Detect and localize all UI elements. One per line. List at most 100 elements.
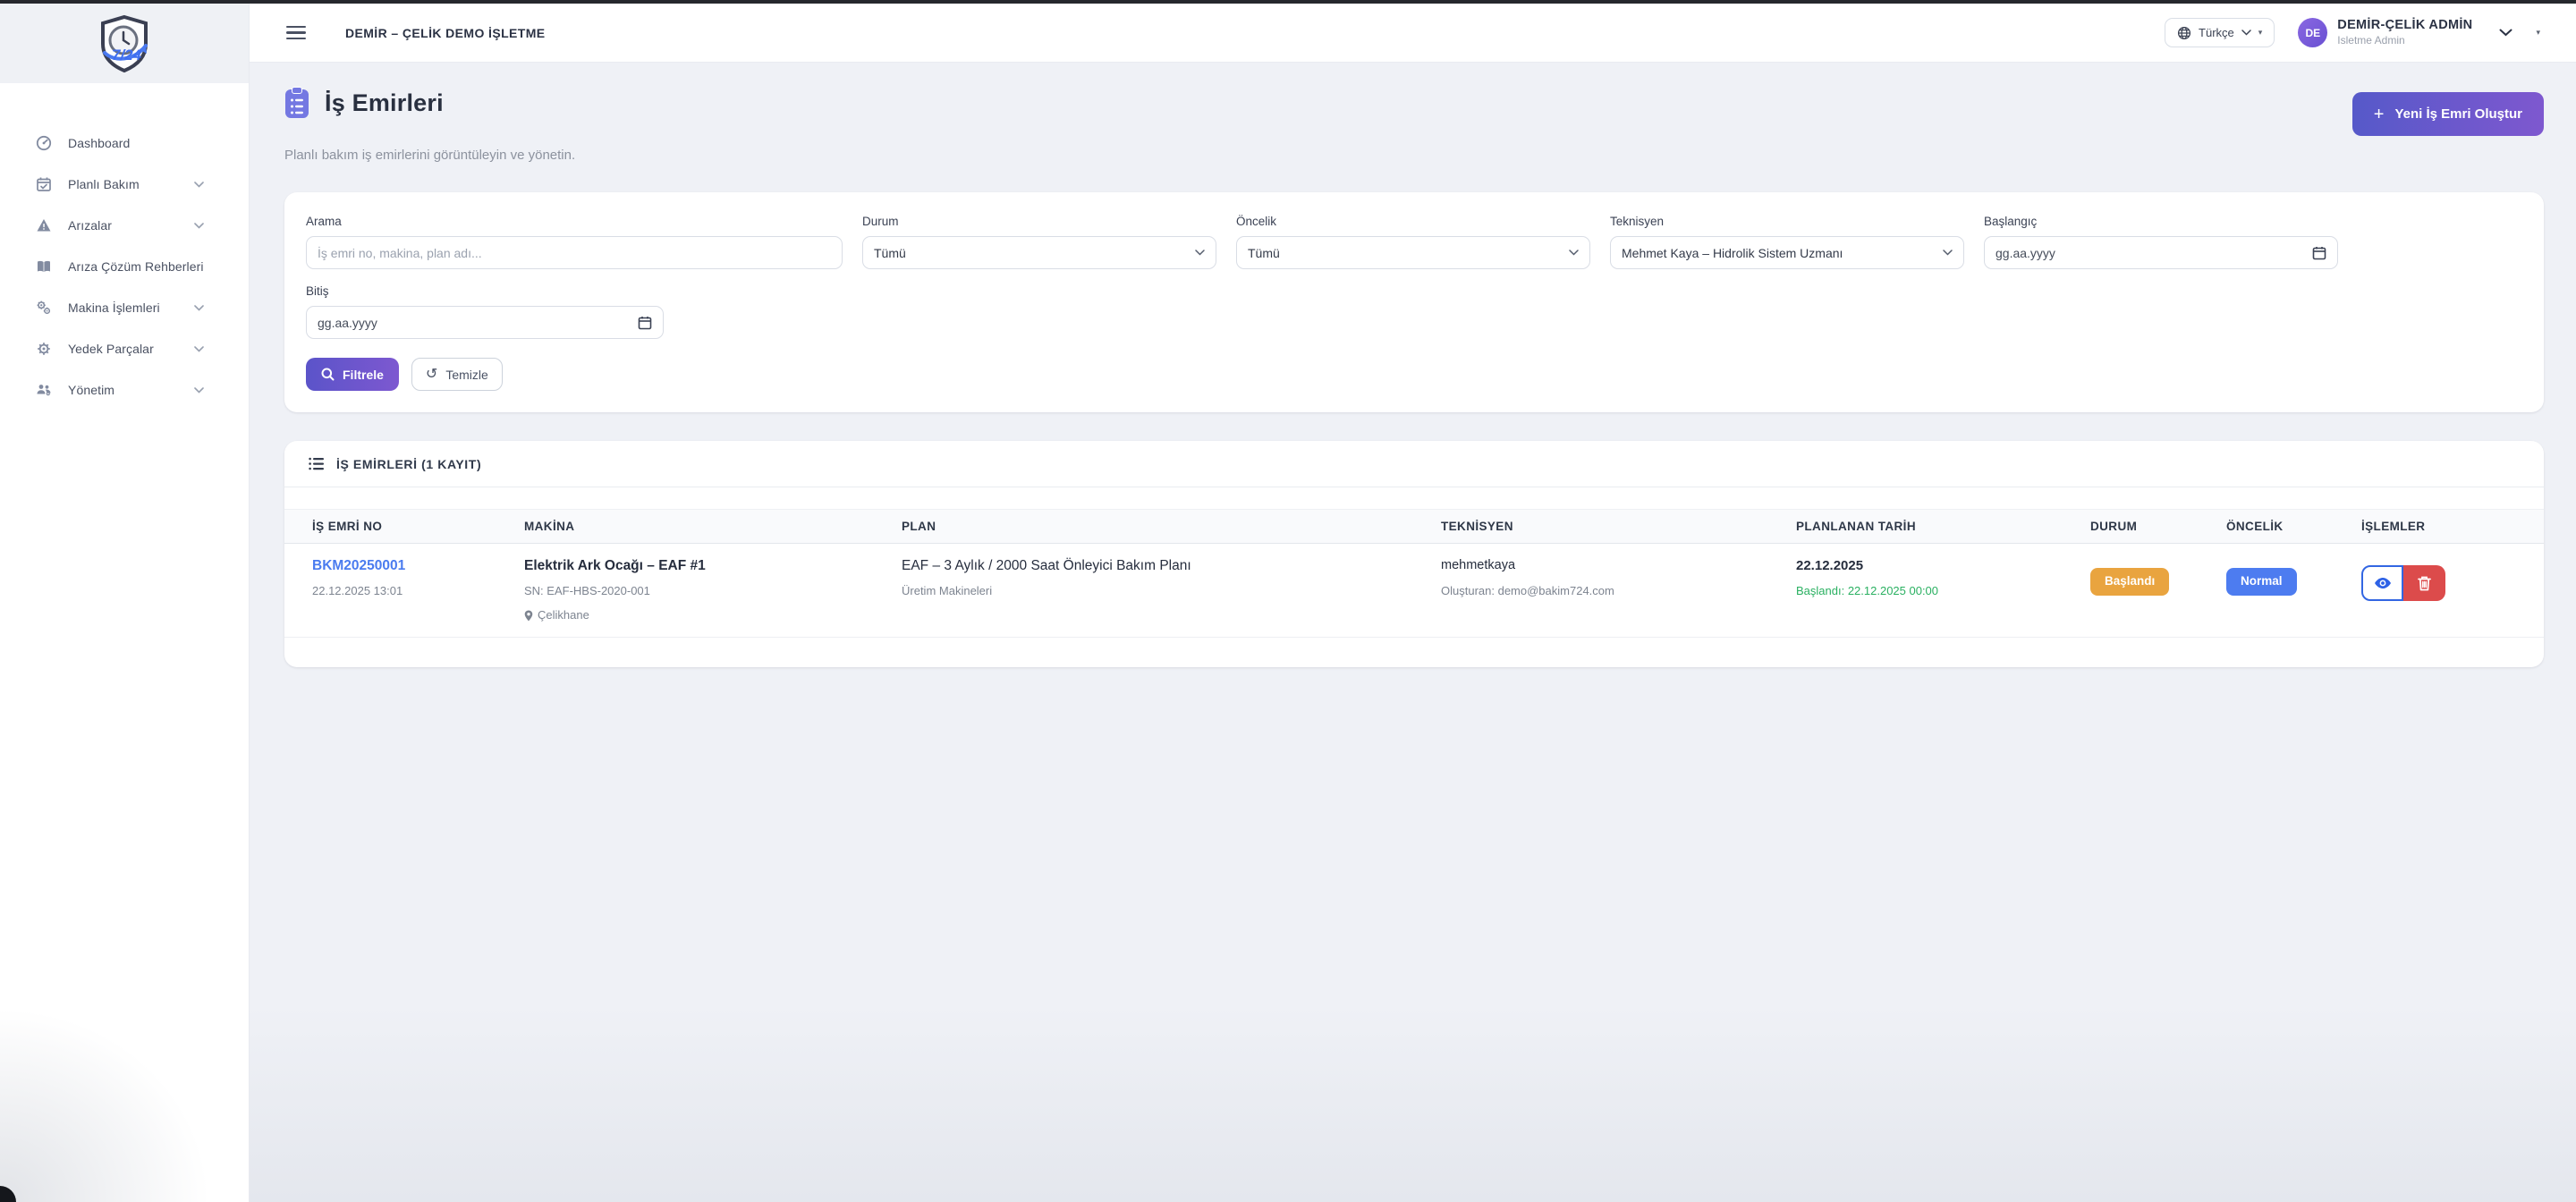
priority-badge: Normal [2226,568,2297,596]
sidebar-item-planli-bakim[interactable]: Planlı Bakım [0,164,249,205]
book-icon [36,258,52,275]
start-date-input[interactable]: gg.aa.yyyy [1984,236,2338,269]
col-header-actions: İŞLEMLER [2361,510,2544,544]
table-header-row: İŞ EMRİ NO MAKİNA PLAN TEKNİSYEN PLANLAN… [284,510,2544,544]
technician-select[interactable]: Mehmet Kaya – Hidrolik Sistem Uzmanı [1610,236,1964,269]
technician-label: Teknisyen [1610,215,1964,228]
work-orders-count-title: İŞ EMİRLERİ (1 KAYIT) [336,457,481,471]
user-role: Isletme Admin [2337,35,2472,47]
end-date-label: Bitiş [306,284,2522,298]
work-orders-page: 7/24 Dashboard Planlı Bakım [0,0,2576,1202]
delete-button[interactable] [2403,565,2445,601]
col-header-technician: TEKNİSYEN [1441,510,1796,544]
language-selector[interactable]: Türkçe ▾ [2165,18,2275,47]
chevron-down-icon[interactable] [2499,29,2512,37]
col-header-planned-date: PLANLANAN TARİH [1796,510,2090,544]
page-title: İş Emirleri [325,89,444,117]
work-orders-table: İŞ EMRİ NO MAKİNA PLAN TEKNİSYEN PLANLAN… [284,509,2544,638]
sidebar-item-dashboard[interactable]: Dashboard [0,123,249,164]
language-label: Türkçe [2199,26,2234,39]
sidebar-item-yonetim[interactable]: Yönetim [0,369,249,411]
sidebar-item-label: Yedek Parçalar [68,342,154,356]
machine-name: Elektrik Ark Ocağı – EAF #1 [524,557,902,574]
page-subtitle: Planlı bakım iş emirlerini görüntüleyin … [284,148,2544,163]
sidebar-item-label: Yönetim [68,383,114,397]
work-orders-card: İŞ EMİRLERİ (1 KAYIT) İŞ EMRİ NO MAKİNA … [284,441,2544,667]
reset-icon: ↺ [426,368,437,382]
chevron-down-icon [194,182,204,188]
chevron-down-icon [194,223,204,229]
sidebar-nav: Dashboard Planlı Bakım Arızalar [0,83,249,411]
main-content: İş Emirleri + Yeni İş Emri Oluştur Planl… [250,63,2576,1202]
sidebar-item-label: Planlı Bakım [68,177,140,191]
plan-name: EAF – 3 Aylık / 2000 Saat Önleyici Bakım… [902,557,1441,574]
sidebar-item-makina-islemleri[interactable]: Makina İşlemleri [0,287,249,328]
row-actions [2361,565,2544,601]
sidebar-item-label: Arızalar [68,218,112,233]
chevron-down-icon [194,387,204,394]
page-head: İş Emirleri + Yeni İş Emri Oluştur [284,87,2544,136]
trash-icon [2418,576,2431,591]
gears-icon [36,300,52,316]
priority-select[interactable]: Tümü [1236,236,1590,269]
calendar-icon[interactable] [638,316,652,330]
priority-label: Öncelik [1236,215,1590,228]
sidebar-item-ariza-cozum-rehberleri[interactable]: Arıza Çözüm Rehberleri [0,246,249,287]
sidebar-item-yedek-parcalar[interactable]: Yedek Parçalar [0,328,249,369]
started-note: Başlandı: 22.12.2025 00:00 [1796,584,2090,598]
col-header-priority: ÖNCELİK [2226,510,2361,544]
speedometer-icon [36,135,52,151]
plus-icon: + [2374,106,2385,123]
col-header-status: DURUM [2090,510,2226,544]
chevron-down-icon [1195,250,1205,256]
planned-date: 22.12.2025 [1796,557,2090,574]
sidebar-item-arizalar[interactable]: Arızalar [0,205,249,246]
caret-down-icon: ▾ [2258,28,2263,38]
search-input-wrap [306,236,843,269]
header-right: Türkçe ▾ DE DEMİR-ÇELİK ADMİN Isletme Ad… [2165,18,2576,47]
start-date-label: Başlangıç [1984,215,2338,228]
sidebar-item-label: Dashboard [68,136,130,150]
pin-icon [524,610,533,622]
new-work-order-button[interactable]: + Yeni İş Emri Oluştur [2352,92,2544,136]
company-title: DEMİR – ÇELİK DEMO İŞLETME [345,26,546,40]
chevron-down-icon [194,305,204,311]
gear-icon [36,341,52,357]
search-input[interactable] [318,246,831,260]
filter-button[interactable]: Filtrele [306,358,399,391]
status-badge: Başlandı [2090,568,2169,596]
list-icon [309,457,324,470]
chevron-down-icon [194,346,204,352]
user-info[interactable]: DEMİR-ÇELİK ADMİN Isletme Admin [2337,18,2472,47]
chevron-down-icon [1943,250,1953,256]
machine-location: Çelikhane [524,608,902,622]
sidebar-item-label: Arıza Çözüm Rehberleri [68,259,204,274]
sidebar: 7/24 Dashboard Planlı Bakım [0,4,250,1202]
chevron-down-icon [1569,250,1579,256]
status-select[interactable]: Tümü [862,236,1216,269]
caret-down-icon[interactable]: ▾ [2536,28,2540,38]
search-label: Arama [306,215,843,228]
plan-category: Üretim Makineleri [902,584,1441,598]
chevron-down-icon [2241,30,2251,36]
table-row: BKM20250001 22.12.2025 13:01 Elektrik Ar… [284,544,2544,638]
filter-card: Arama Durum Tümü Öncelik Tümü [284,192,2544,412]
users-gear-icon [36,382,52,398]
svg-text:7/24: 7/24 [112,47,142,63]
app-logo-7-24-icon: 7/24 [90,10,158,78]
hamburger-menu-icon[interactable] [286,22,306,44]
avatar[interactable]: DE [2298,18,2327,47]
work-order-no-link[interactable]: BKM20250001 [312,557,524,574]
search-icon [321,368,335,381]
corner-decoration [0,1186,16,1202]
calendar-check-icon [36,176,52,192]
work-order-created: 22.12.2025 13:01 [312,584,524,598]
view-button[interactable] [2361,565,2403,601]
warning-icon [36,217,52,233]
end-date-input[interactable]: gg.aa.yyyy [306,306,664,339]
user-name: DEMİR-ÇELİK ADMİN [2337,18,2472,33]
calendar-icon[interactable] [2312,246,2326,260]
clear-button[interactable]: ↺ Temizle [411,358,503,391]
technician-name: mehmetkaya [1441,557,1796,574]
eye-icon [2374,577,2392,589]
